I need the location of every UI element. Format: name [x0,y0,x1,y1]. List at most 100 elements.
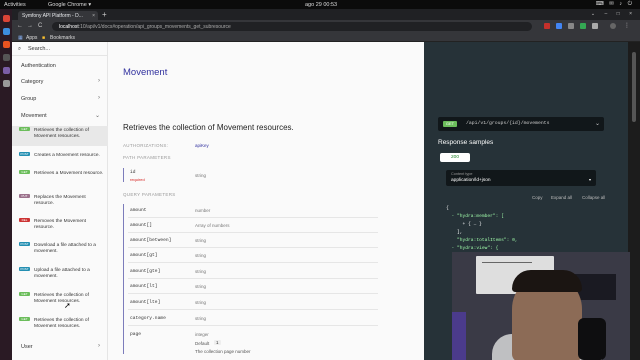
divider [128,247,378,248]
tab-close-icon[interactable]: × [92,13,95,19]
bookmark-apps[interactable]: Apps [26,35,37,41]
clock[interactable]: ago 29 00:53 [305,2,337,8]
reload-button[interactable]: C [38,23,42,29]
bookmark-folder[interactable]: Bookmarks [50,35,75,41]
dock [0,9,12,360]
status-tab-200[interactable]: 200 [440,153,470,162]
content-type-select[interactable]: Content type application/ld+json ▾ [446,170,596,186]
divider [128,293,378,294]
mouse-cursor-icon: ➚ [64,301,71,310]
expand-all-button[interactable]: Expand all [551,195,572,200]
extension-icon[interactable] [568,23,574,29]
method-badge: GET [19,317,30,321]
back-button[interactable]: ← [17,23,23,29]
param-type: string [195,284,207,289]
sidebar-item-authentication[interactable]: Authentication [12,58,108,74]
method-badge: GET [19,170,30,174]
forward-button[interactable]: → [27,23,33,29]
method-badge: GET [19,292,30,296]
tab-strip: Symfony API Platform - D... × + ⌄ – □ × [12,9,640,20]
code-line: "hydra:totalItems": 0, [446,238,518,243]
chevron-right-icon: › [98,343,100,349]
extension-icon[interactable] [592,23,598,29]
param-type: string [195,173,207,178]
sidebar-op-delete[interactable]: DEL Removes the Movement resource. [12,217,108,237]
extension-icon[interactable] [544,23,550,29]
sidebar-op-get-collection[interactable]: GET Retrieves the collection of Movement… [12,126,108,146]
url-bar[interactable]: localhost:10/api/v1/docs#operation/api_g… [52,22,532,31]
purple-light [452,312,466,360]
method-badge: POST [19,152,30,156]
sidebar-item-group[interactable]: Group › [12,91,108,107]
code-line: ], [446,230,463,235]
collapse-all-button[interactable]: Collapse all [582,195,605,200]
param-type: integer [195,332,209,337]
param-name: amount[lte] [130,300,161,305]
method-badge: POST [19,242,30,246]
apps-grid-icon[interactable]: ▦ [18,35,23,41]
copy-button[interactable]: Copy [532,195,543,200]
files-icon[interactable] [2,41,10,48]
extension-icon[interactable] [580,23,586,29]
sidebar-item-movement[interactable]: Movement ⌄ [12,108,108,124]
code-line[interactable]: - "hydra:view": { [446,246,499,251]
divider [128,232,378,233]
sidebar-op-upload[interactable]: POST Upload a file attached to a movemen… [12,266,108,286]
terminal-icon[interactable] [2,54,10,61]
search-icon: ⌕ [18,46,22,52]
sidebar-op-get-collection-3[interactable]: GET Retrieves the collection of Movement… [12,316,108,336]
search-box[interactable]: ⌕ Search... [12,42,108,56]
sidebar-op-get-item[interactable]: GET Retrieves a Movement resource. [12,169,108,189]
chrome-icon[interactable] [2,15,10,22]
system-tray-icons[interactable]: ⌨ ✉ ♪ ⏻ [596,1,634,8]
new-tab-button[interactable]: + [102,10,107,19]
sidebar-item-category[interactable]: Category › [12,74,108,90]
param-name: amount[between] [130,238,172,243]
param-name: amount[gte] [130,269,161,274]
presenter-hair [512,270,582,292]
browser-tab[interactable]: Symfony API Platform - D... × [18,11,98,20]
sidebar-op-label: Replaces the Movement resource. [34,195,86,206]
sidebar-op-label: Retrieves a Movement resource. [34,171,104,176]
profile-avatar[interactable] [610,23,616,29]
activities-button[interactable]: Activities [4,2,26,8]
chevron-down-icon: ⌄ [94,113,100,119]
divider [128,325,378,326]
param-type: number [195,208,211,213]
section-title: Movement [123,67,168,78]
menu-kebab-icon[interactable]: ⋮ [624,22,630,29]
param-type: string [195,253,207,258]
divider [128,217,378,218]
sidebar-op-get-collection-2[interactable]: GET Retrieves the collection of Movement… [12,291,108,311]
sidebar-item-user[interactable]: User › [12,339,108,355]
sidebar-item-label: Authentication [21,63,56,69]
param-description: The collection page number [195,349,251,354]
app-icon[interactable] [2,67,10,74]
extension-icon[interactable] [556,23,562,29]
vscode-icon[interactable] [2,28,10,35]
app-menu[interactable]: Google Chrome ▾ [48,2,91,8]
sidebar-op-post[interactable]: POST Creates a Movement resource. [12,151,108,165]
scrollbar-thumb[interactable] [632,52,636,122]
code-line[interactable]: - "hydra:member": [ [446,214,504,219]
chevron-right-icon: › [98,78,100,84]
whiteboard-writing [482,262,532,263]
search-input[interactable]: Search... [28,46,50,52]
window-controls[interactable]: ⌄ – □ × [591,11,636,17]
divider [128,309,378,310]
param-name: amount [130,208,147,213]
method-badge: GET [443,121,457,127]
code-line: { [446,206,449,211]
sidebar-op-put[interactable]: PUT Replaces the Movement resource. [12,193,108,213]
settings-icon[interactable] [2,80,10,87]
sidebar-op-download[interactable]: POST Download a file attached to a movem… [12,241,108,261]
sidebar-op-label: Removes the Movement resource. [34,219,86,230]
param-type: string [195,269,207,274]
endpoint-dropdown[interactable]: GET /api/v1/groups/{id}/movements ⌄ [438,117,604,131]
docs-sidebar: ⌕ Search... Authentication Category › Gro… [12,42,108,360]
code-line[interactable]: + { … } [446,222,482,227]
os-top-bar: Activities Google Chrome ▾ ago 29 00:53 … [0,0,640,9]
param-type: string [195,300,207,305]
method-badge: GET [19,127,30,131]
sidebar-op-label: Creates a Movement resource. [34,153,100,158]
